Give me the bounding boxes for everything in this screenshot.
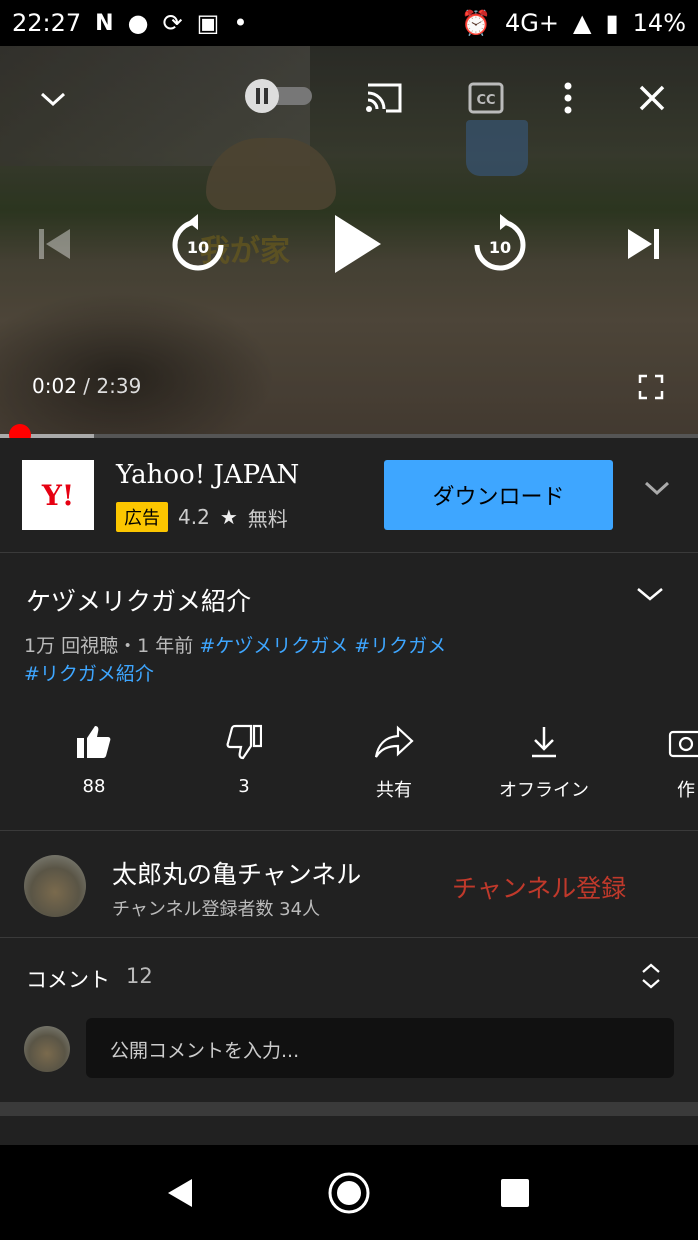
ad-card[interactable]: Y! Yahoo! JAPAN 広告 4.2 ★ 無料 ダウンロード xyxy=(0,438,698,553)
share-button[interactable]: 共有 xyxy=(334,724,454,802)
like-button[interactable]: 88 xyxy=(34,724,154,797)
more-options-icon[interactable] xyxy=(554,76,582,120)
comments-count: 12 xyxy=(126,964,153,988)
ad-logo: Y! xyxy=(22,460,94,530)
comments-header[interactable]: コメント 12 xyxy=(26,964,153,994)
netflix-icon: N xyxy=(95,10,114,36)
comments-section[interactable]: コメント 12 公開コメントを入力... xyxy=(0,938,698,1102)
video-player[interactable]: 我が家 CC 10 10 0:02 / 2:39 xyxy=(0,46,698,438)
create-label: 作 xyxy=(677,780,695,801)
user-avatar xyxy=(24,1026,70,1072)
offline-download-button[interactable]: オフライン xyxy=(484,724,604,802)
like-count: 88 xyxy=(82,776,106,797)
rewind-10-icon[interactable]: 10 xyxy=(166,210,230,274)
duration: / 2:39 xyxy=(83,374,142,398)
create-icon xyxy=(668,730,698,758)
back-icon[interactable] xyxy=(166,1177,194,1213)
comment-input[interactable]: 公開コメントを入力... xyxy=(86,1018,674,1078)
sync-icon: ⟳ xyxy=(162,9,183,37)
share-label: 共有 xyxy=(376,780,412,801)
hashtag-link[interactable]: #ケヅメリクガメ xyxy=(199,635,348,657)
play-icon[interactable] xyxy=(322,206,392,282)
home-icon[interactable] xyxy=(328,1172,370,1218)
recents-icon[interactable] xyxy=(500,1178,530,1212)
create-button[interactable]: 作 xyxy=(626,724,698,802)
subscribe-button[interactable]: チャンネル登録 xyxy=(452,869,626,905)
channel-avatar[interactable] xyxy=(24,855,86,917)
app-icon: ▣ xyxy=(196,9,220,37)
ad-badge: 広告 xyxy=(116,502,168,532)
section-divider xyxy=(0,1102,698,1116)
ad-meta: 広告 4.2 ★ 無料 xyxy=(116,502,288,532)
video-title[interactable]: ケヅメリクガメ紹介 xyxy=(26,582,251,618)
dislike-button[interactable]: 3 xyxy=(184,724,304,797)
expand-comments-icon[interactable] xyxy=(640,962,662,994)
ad-title: Yahoo! JAPAN xyxy=(116,460,300,490)
battery-level: 14% xyxy=(632,9,686,37)
next-video-icon[interactable] xyxy=(620,220,668,268)
cast-icon[interactable] xyxy=(362,76,406,120)
network-type: 4G+ xyxy=(504,9,559,37)
video-meta: 1万 回視聴・1 年前 #ケヅメリクガメ #リクガメ #リクガメ紹介 xyxy=(24,632,644,688)
thumbs-up-icon xyxy=(77,726,111,758)
signal-icon: ▲ xyxy=(572,9,592,37)
channel-name[interactable]: 太郎丸の亀チャンネル xyxy=(112,855,361,891)
tinder-icon: ● xyxy=(127,9,149,37)
playback-time: 0:02 / 2:39 xyxy=(32,374,141,398)
captions-icon[interactable]: CC xyxy=(464,76,508,120)
rewind-seconds: 10 xyxy=(186,238,210,257)
download-icon xyxy=(532,727,556,758)
notification-dot-icon: • xyxy=(233,9,248,37)
forward-seconds: 10 xyxy=(488,238,512,257)
close-icon[interactable] xyxy=(630,76,674,120)
alarm-icon: ⏰ xyxy=(461,9,491,37)
star-icon: ★ xyxy=(219,505,238,529)
status-bar: 22:27 N ● ⟳ ▣ • ⏰ 4G+ ▲ ▮ 14% xyxy=(0,0,698,46)
description-expand-chevron-icon[interactable] xyxy=(636,586,664,606)
battery-icon: ▮ xyxy=(605,9,619,37)
subscriber-count: チャンネル登録者数 34人 xyxy=(112,899,321,920)
share-icon xyxy=(374,725,414,758)
system-navigation-bar xyxy=(0,1145,698,1240)
current-time: 0:02 xyxy=(32,374,77,398)
dislike-count: 3 xyxy=(238,776,250,797)
ad-rating: 4.2 xyxy=(178,505,210,529)
action-bar: 88 3 共有 オフライン 作 xyxy=(0,724,698,831)
offline-label: オフライン xyxy=(499,780,589,801)
view-count: 1万 回視聴・1 年前 xyxy=(24,635,194,657)
svg-text:CC: CC xyxy=(476,93,495,108)
forward-10-icon[interactable]: 10 xyxy=(468,210,532,274)
fullscreen-icon[interactable] xyxy=(634,370,668,404)
channel-row[interactable]: 太郎丸の亀チャンネル チャンネル登録者数 34人 チャンネル登録 xyxy=(0,831,698,938)
clock: 22:27 xyxy=(12,9,82,37)
previous-video-icon[interactable] xyxy=(30,220,78,268)
thumbs-down-icon xyxy=(226,724,262,760)
comments-title: コメント xyxy=(26,968,110,992)
ad-price: 無料 xyxy=(247,506,288,531)
minimize-chevron-icon[interactable] xyxy=(30,76,76,122)
ad-expand-chevron-icon[interactable] xyxy=(644,480,670,500)
ad-download-button[interactable]: ダウンロード xyxy=(384,460,613,530)
hashtag-link[interactable]: #リクガメ xyxy=(354,635,446,657)
autoplay-toggle[interactable] xyxy=(244,78,314,114)
hashtag-link[interactable]: #リクガメ紹介 xyxy=(24,663,154,685)
